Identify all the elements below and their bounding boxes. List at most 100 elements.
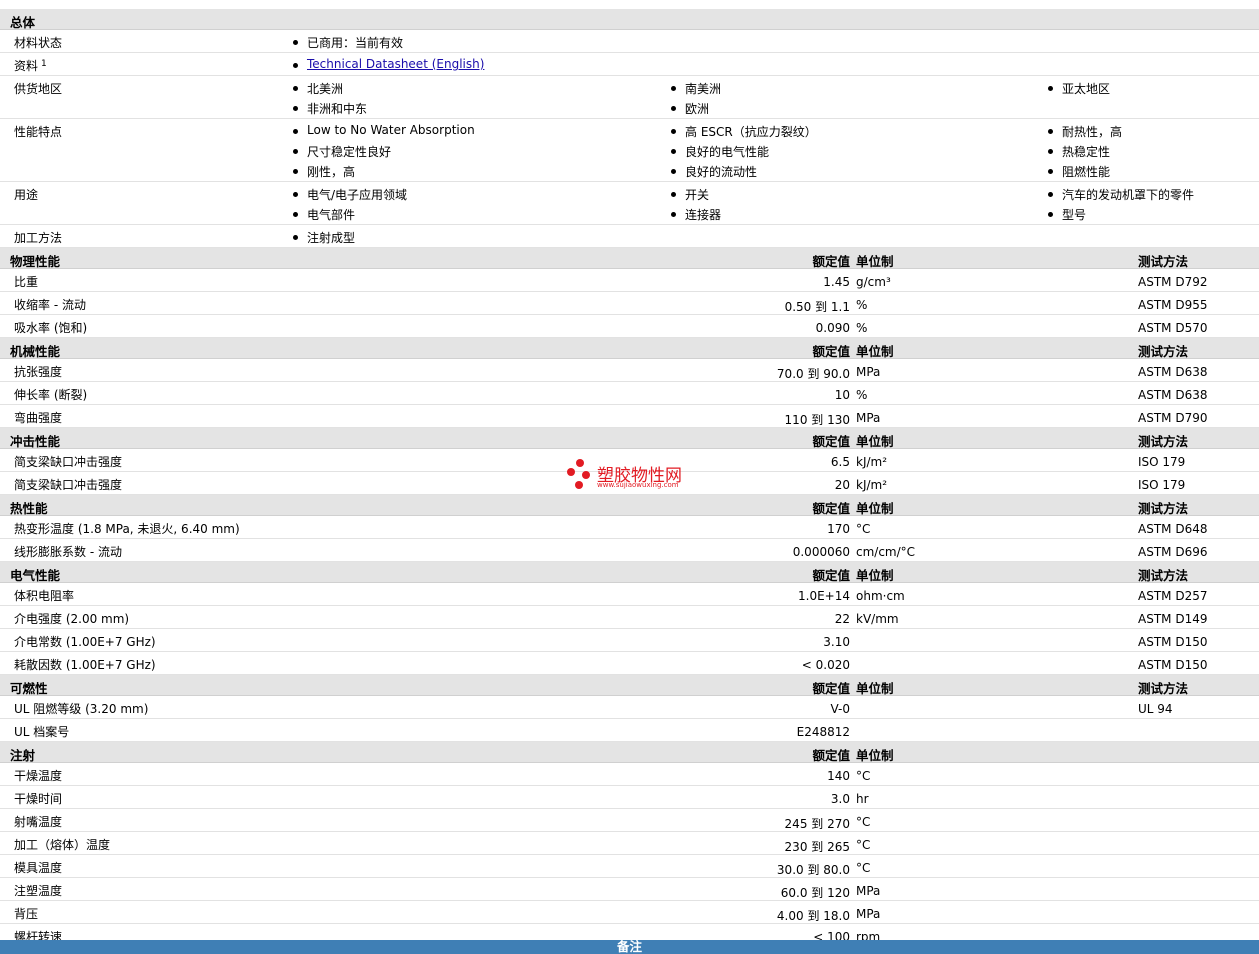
table-row: 干燥温度 140 °C bbox=[0, 763, 1259, 786]
property-label: 比重 bbox=[14, 275, 39, 289]
column-header-method: 测试方法 bbox=[1138, 434, 1189, 449]
test-method: ASTM D570 bbox=[1138, 321, 1208, 335]
list-item: 已商用：当前有效 bbox=[292, 36, 404, 50]
list-item: 电气部件 bbox=[292, 208, 356, 222]
property-label: 伸长率 (断裂) bbox=[14, 388, 88, 402]
property-label: UL 阻燃等级 (3.20 mm) bbox=[14, 702, 149, 716]
table-row: 弯曲强度 110 到 130 MPa ASTM D790 bbox=[0, 405, 1259, 428]
property-unit: ohm·cm bbox=[856, 589, 905, 603]
list-item: 电气/电子应用领域 bbox=[292, 188, 408, 202]
test-method: ASTM D955 bbox=[1138, 298, 1208, 312]
section-header: 可燃性 额定值 单位制 测试方法 bbox=[0, 675, 1259, 696]
section-title: 电气性能 bbox=[10, 568, 61, 583]
list-item: 耐热性，高 bbox=[1047, 125, 1123, 139]
column-header-unit: 单位制 bbox=[856, 681, 894, 696]
list-item: 尺寸稳定性良好 bbox=[292, 145, 392, 159]
table-row: 介电常数 (1.00E+7 GHz) 3.10 ASTM D150 bbox=[0, 629, 1259, 652]
test-method: ASTM D149 bbox=[1138, 612, 1208, 626]
property-unit: kJ/m² bbox=[856, 478, 888, 492]
column-header-unit: 单位制 bbox=[856, 344, 894, 359]
table-row: 干燥时间 3.0 hr bbox=[0, 786, 1259, 809]
property-value: 140 bbox=[827, 769, 850, 783]
property-label: 模具温度 bbox=[14, 861, 63, 875]
test-method: ASTM D150 bbox=[1138, 635, 1208, 649]
property-value: 3.10 bbox=[823, 635, 850, 649]
row-label: 性能特点 bbox=[14, 125, 63, 139]
table-row: 伸长率 (断裂) 10% ASTM D638 bbox=[0, 382, 1259, 405]
property-label: 背压 bbox=[14, 907, 39, 921]
property-unit: MPa bbox=[856, 411, 881, 425]
property-label: 体积电阻率 bbox=[14, 589, 75, 603]
logo-dot bbox=[575, 481, 583, 489]
property-label: 简支梁缺口冲击强度 bbox=[14, 455, 123, 469]
watermark-url: www.sujiaowuxing.com bbox=[597, 481, 679, 489]
property-label: 简支梁缺口冲击强度 bbox=[14, 478, 123, 492]
property-label: 干燥时间 bbox=[14, 792, 63, 806]
test-method: ASTM D150 bbox=[1138, 658, 1208, 672]
list-item: 非洲和中东 bbox=[292, 102, 368, 116]
table-row: 热变形温度 (1.8 MPa, 未退火, 6.40 mm) 170 °C ASTM D… bbox=[0, 516, 1259, 539]
test-method: UL 94 bbox=[1138, 702, 1173, 716]
column-header-method: 测试方法 bbox=[1138, 568, 1189, 583]
property-unit: cm/cm/°C bbox=[856, 545, 916, 559]
section-header: 机械性能 额定值 单位制 测试方法 bbox=[0, 338, 1259, 359]
table-row: 线形膨胀系数 - 流动 0.000060 cm/cm/°C ASTM D696 bbox=[0, 539, 1259, 562]
list-item: 南美洲 bbox=[670, 82, 722, 96]
property-unit: hr bbox=[856, 792, 869, 806]
documents-row: 资料 1 Technical Datasheet (English) bbox=[0, 53, 1259, 76]
test-method: ASTM D792 bbox=[1138, 275, 1208, 289]
list-item: 注射成型 bbox=[292, 231, 356, 245]
table-row: 抗张强度 70.0 到 90.0 MPa ASTM D638 bbox=[0, 359, 1259, 382]
property-value: 3.0 bbox=[830, 792, 850, 806]
property-unit: kV/mm bbox=[856, 612, 899, 626]
table-row: 吸水率 (饱和) 0.090% ASTM D570 bbox=[0, 315, 1259, 338]
list-item: 阻燃性能 bbox=[1047, 165, 1111, 179]
property-label: 抗张强度 bbox=[14, 365, 63, 379]
column-header-value: 额定值 bbox=[812, 568, 850, 583]
list-item: Technical Datasheet (English) bbox=[292, 57, 484, 71]
property-label: 线形膨胀系数 - 流动 bbox=[14, 545, 122, 559]
list-item: 欧洲 bbox=[670, 102, 710, 116]
test-method: ASTM D638 bbox=[1138, 388, 1208, 402]
row-label: 用途 bbox=[14, 188, 39, 202]
features-row: 性能特点 Low to No Water Absorption 高 ESCR（抗… bbox=[0, 119, 1259, 182]
column-header-method: 测试方法 bbox=[1138, 501, 1189, 516]
column-header-unit: 单位制 bbox=[856, 748, 894, 763]
column-header-unit: 单位制 bbox=[856, 434, 894, 449]
row-label: 加工方法 bbox=[14, 231, 63, 245]
property-value: 110 到 130 bbox=[784, 413, 850, 427]
test-method: ASTM D696 bbox=[1138, 545, 1208, 559]
test-method: ASTM D638 bbox=[1138, 365, 1208, 379]
property-unit: °C bbox=[856, 769, 871, 783]
column-header-unit: 单位制 bbox=[856, 568, 894, 583]
table-row: 耗散因数 (1.00E+7 GHz) < 0.020 ASTM D150 bbox=[0, 652, 1259, 675]
section-header: 热性能 额定值 单位制 测试方法 bbox=[0, 495, 1259, 516]
section-title: 总体 bbox=[10, 15, 36, 30]
column-header-method: 测试方法 bbox=[1138, 254, 1189, 269]
property-unit: kJ/m² bbox=[856, 455, 888, 469]
property-value: 0.000060 bbox=[792, 545, 850, 559]
list-item: 良好的流动性 bbox=[670, 165, 758, 179]
column-header-method: 测试方法 bbox=[1138, 344, 1189, 359]
property-unit: MPa bbox=[856, 365, 881, 379]
logo-dot bbox=[576, 459, 584, 467]
property-unit: °C bbox=[856, 522, 871, 536]
property-unit: °C bbox=[856, 861, 871, 875]
list-item: Low to No Water Absorption bbox=[293, 123, 475, 137]
technical-datasheet-link[interactable]: Technical Datasheet (English) bbox=[307, 57, 484, 71]
table-row: 注塑温度 60.0 到 120 MPa bbox=[0, 878, 1259, 901]
processing-row: 加工方法 注射成型 bbox=[0, 225, 1259, 248]
property-value: 170 bbox=[827, 522, 850, 536]
column-header-method: 测试方法 bbox=[1138, 681, 1189, 696]
property-label: 热变形温度 (1.8 MPa, 未退火, 6.40 mm) bbox=[14, 522, 240, 536]
property-label: 注塑温度 bbox=[14, 884, 63, 898]
section-title: 物理性能 bbox=[10, 254, 61, 269]
property-value: 230 到 265 bbox=[784, 840, 850, 854]
property-label: 加工（熔体）温度 bbox=[14, 838, 111, 852]
column-header-unit: 单位制 bbox=[856, 254, 894, 269]
test-method: ISO 179 bbox=[1138, 478, 1186, 492]
test-method: ASTM D257 bbox=[1138, 589, 1208, 603]
property-unit: MPa bbox=[856, 884, 881, 898]
property-sections: 物理性能 额定值 单位制 测试方法 比重 1.45 g/cm³ ASTM D792 收缩率 - … bbox=[0, 248, 1259, 947]
property-unit: g/cm³ bbox=[856, 275, 891, 289]
